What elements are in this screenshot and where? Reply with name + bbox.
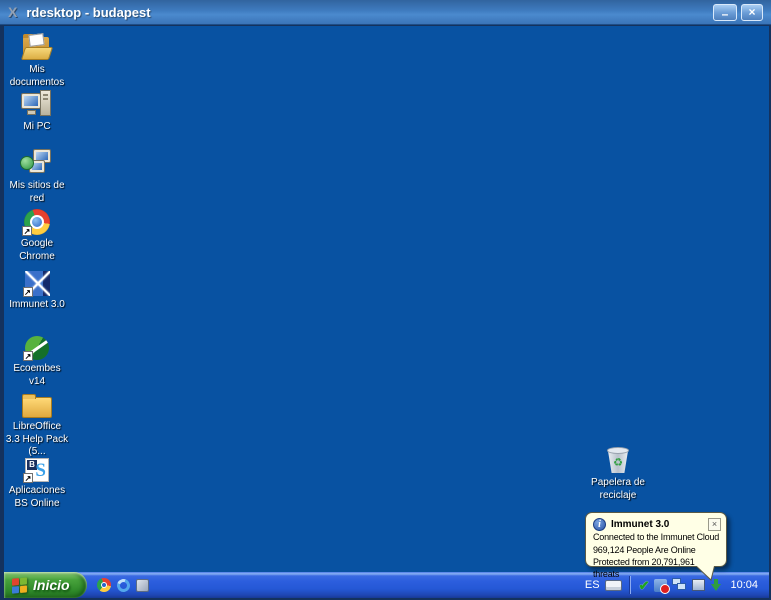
desktop-icon-mis-sitios-de-red[interactable]: Mis sitios de red bbox=[5, 147, 69, 205]
folder-icon bbox=[22, 397, 52, 418]
desktop-icon-label: Mis documentos bbox=[5, 64, 69, 89]
balloon-line: Connected to the Immunet Cloud bbox=[593, 532, 720, 544]
shortcut-arrow-icon: ↗ bbox=[23, 351, 33, 361]
desktop-icon-label: Aplicaciones BS Online bbox=[5, 485, 69, 510]
start-button-label: Inicio bbox=[33, 577, 70, 593]
desktop-icon-libreoffice-help-pack[interactable]: LibreOffice 3.3 Help Pack (5... bbox=[5, 388, 69, 459]
desktop-icon-label: Immunet 3.0 bbox=[9, 299, 65, 312]
shortcut-arrow-icon: ↗ bbox=[22, 226, 32, 236]
desktop-icon-label: Mi PC bbox=[23, 121, 50, 134]
desktop-icon-aplicaciones-bs[interactable]: B S ↗ Aplicaciones BS Online bbox=[5, 452, 69, 510]
window-title: rdesktop - budapest bbox=[26, 5, 150, 20]
bs-letter-s: S bbox=[35, 459, 46, 483]
desktop-icon-mi-pc[interactable]: Mi PC bbox=[5, 88, 69, 134]
shortcut-arrow-icon: ↗ bbox=[23, 287, 33, 297]
shortcut-arrow-icon: ↗ bbox=[23, 473, 33, 483]
start-button[interactable]: Inicio bbox=[4, 572, 87, 598]
keyboard-icon[interactable] bbox=[605, 580, 622, 591]
rdesktop-window: X rdesktop - budapest – × Mis documentos… bbox=[0, 0, 771, 600]
recycle-bin-icon: ♻ bbox=[606, 446, 630, 474]
balloon-tail bbox=[693, 566, 717, 581]
balloon-close-icon[interactable]: × bbox=[708, 518, 721, 531]
desktop-icon-label: Mis sitios de red bbox=[5, 180, 69, 205]
quick-launch-bar bbox=[97, 578, 149, 592]
recycle-symbol-icon: ♻ bbox=[613, 458, 623, 469]
info-icon: i bbox=[593, 518, 606, 531]
my-documents-icon bbox=[20, 33, 54, 61]
desktop-icon-label: Papelera de reciclaje bbox=[580, 477, 656, 502]
desktop-icon-label: Ecoembes v14 bbox=[5, 363, 69, 388]
chrome-quicklaunch-icon[interactable] bbox=[97, 578, 111, 592]
desktop-icon-mis-documentos[interactable]: Mis documentos bbox=[5, 31, 69, 89]
desktop[interactable]: Mis documentos Mi PC Mis sitios de red ↗ bbox=[4, 26, 769, 572]
language-indicator[interactable]: ES bbox=[585, 579, 600, 591]
balloon-title: Immunet 3.0 bbox=[611, 519, 669, 530]
notification-balloon[interactable]: i Immunet 3.0 × Connected to the Immunet… bbox=[585, 512, 727, 567]
network-places-icon bbox=[20, 149, 54, 177]
clock[interactable]: 10:04 bbox=[730, 579, 758, 591]
balloon-line: 969,124 People Are Online bbox=[593, 545, 720, 557]
desktop-icon-ecoembes[interactable]: ↗ Ecoembes v14 bbox=[5, 330, 69, 388]
window-titlebar[interactable]: X rdesktop - budapest – × bbox=[0, 0, 771, 25]
windows-logo-icon bbox=[12, 577, 28, 593]
close-button[interactable]: × bbox=[741, 4, 763, 21]
minimize-button[interactable]: – bbox=[713, 4, 737, 21]
desktop-icon-google-chrome[interactable]: ↗ Google Chrome bbox=[5, 205, 69, 263]
desktop-icon-label: Google Chrome bbox=[5, 238, 69, 263]
my-computer-icon bbox=[20, 90, 54, 118]
rdesktop-icon: X bbox=[8, 5, 17, 19]
internet-explorer-icon[interactable] bbox=[114, 576, 131, 593]
desktop-icon-recycle-bin[interactable]: ♻ Papelera de reciclaje bbox=[580, 444, 656, 502]
show-desktop-icon[interactable] bbox=[136, 579, 149, 592]
desktop-icon-immunet[interactable]: ↗ Immunet 3.0 bbox=[5, 266, 69, 312]
